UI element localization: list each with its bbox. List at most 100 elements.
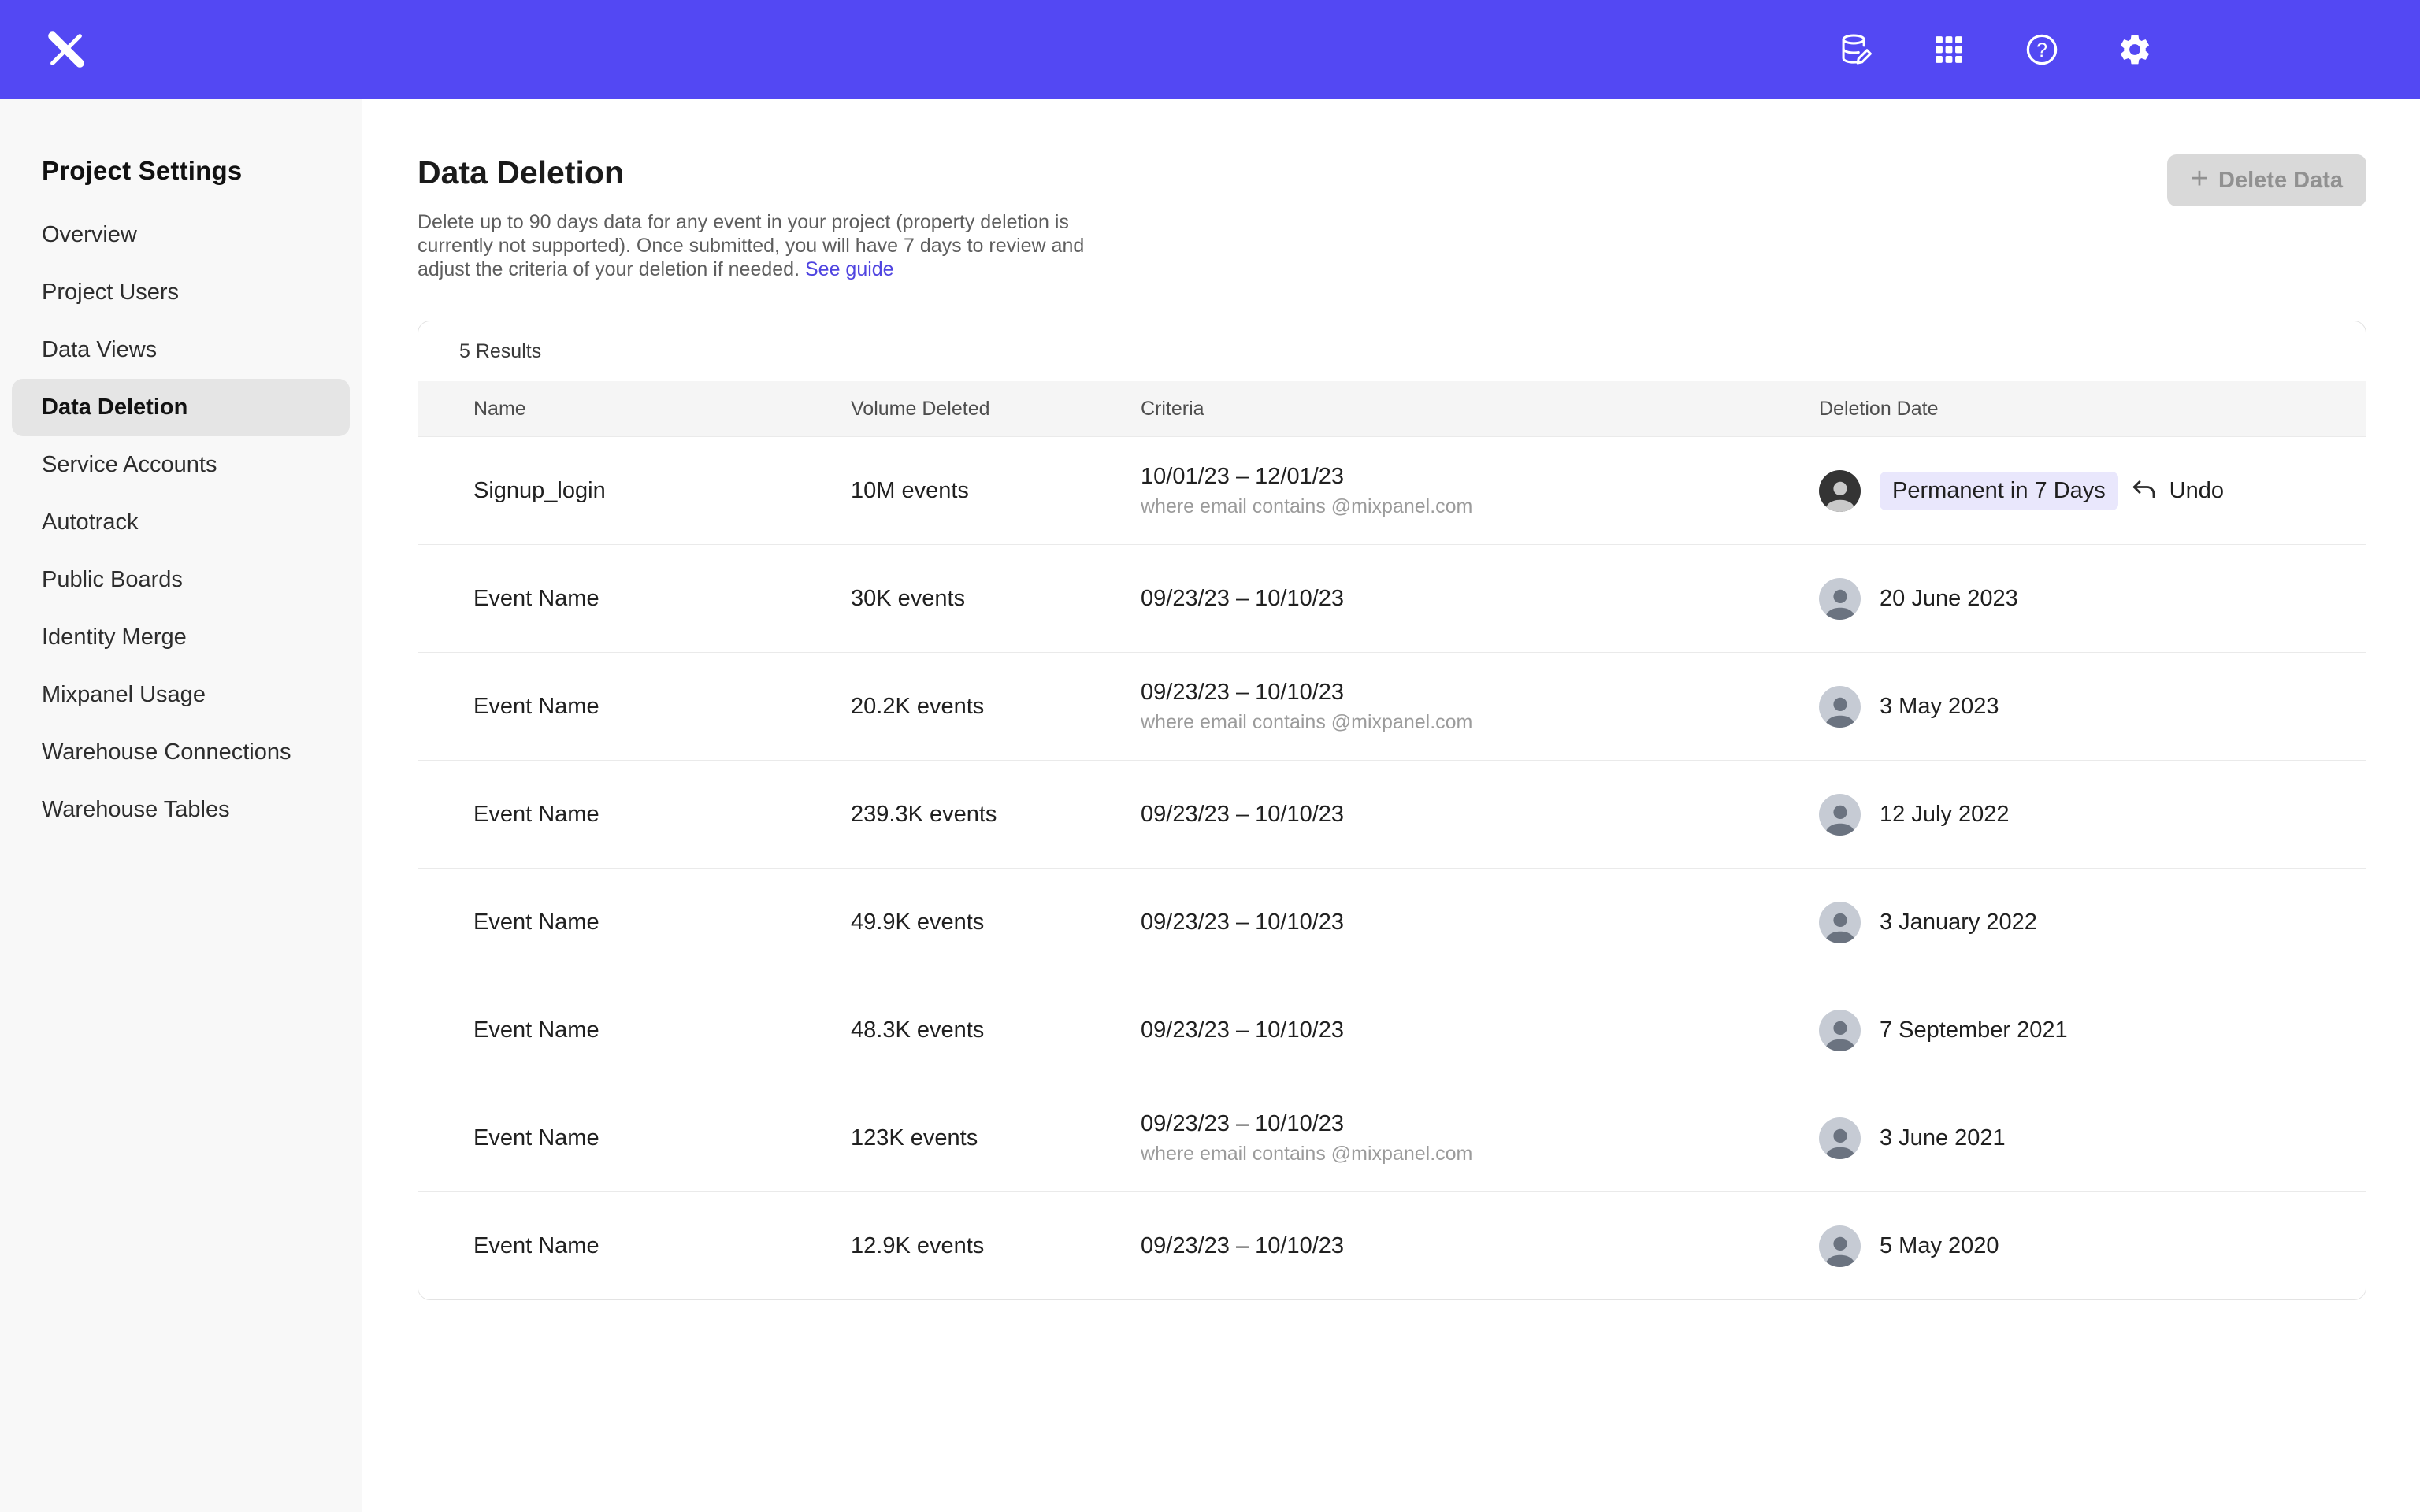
- plus-icon: +: [2191, 164, 2208, 194]
- row-criteria-subtext: where email contains @mixpanel.com: [1141, 1143, 1819, 1166]
- undo-button[interactable]: Undo: [2130, 476, 2224, 505]
- row-name: Signup_login: [473, 478, 851, 504]
- row-criteria: 09/23/23 – 10/10/23: [1141, 680, 1819, 706]
- deletion-date: 3 January 2022: [1880, 910, 2037, 936]
- row-name: Event Name: [473, 1125, 851, 1151]
- table-row: Event Name 123K events 09/23/23 – 10/10/…: [418, 1084, 2366, 1191]
- sidebar-item-label: Autotrack: [42, 510, 139, 536]
- table-header-row: NameVolume DeletedCriteriaDeletion Date: [418, 381, 2366, 436]
- row-volume: 10M events: [851, 478, 1141, 504]
- avatar: [1819, 1010, 1861, 1051]
- deletion-date: 12 July 2022: [1880, 802, 2009, 828]
- sidebar-title: Project Settings: [42, 156, 362, 186]
- sidebar-item-identity-merge[interactable]: Identity Merge: [12, 609, 350, 666]
- see-guide-link[interactable]: See guide: [805, 258, 894, 280]
- sidebar-item-data-views[interactable]: Data Views: [12, 321, 350, 379]
- row-volume: 49.9K events: [851, 910, 1141, 936]
- table-row: Event Name 20.2K events 09/23/23 – 10/10…: [418, 652, 2366, 760]
- sidebar-item-label: Project Users: [42, 280, 179, 306]
- sidebar-item-project-users[interactable]: Project Users: [12, 264, 350, 321]
- deletion-date: 5 May 2020: [1880, 1233, 1999, 1259]
- sidebar-item-label: Data Deletion: [42, 395, 187, 421]
- avatar: [1819, 902, 1861, 943]
- row-criteria: 09/23/23 – 10/10/23: [1141, 1233, 1819, 1259]
- row-criteria: 09/23/23 – 10/10/23: [1141, 910, 1819, 936]
- sidebar-item-mixpanel-usage[interactable]: Mixpanel Usage: [12, 666, 350, 724]
- deletion-date: 3 June 2021: [1880, 1125, 2006, 1151]
- row-volume: 30K events: [851, 586, 1141, 612]
- row-criteria: 10/01/23 – 12/01/23: [1141, 464, 1819, 490]
- avatar: [1819, 794, 1861, 836]
- row-name: Event Name: [473, 910, 851, 936]
- row-name: Event Name: [473, 694, 851, 720]
- page-description: Delete up to 90 days data for any event …: [418, 210, 1119, 281]
- sidebar: Project Settings Overview Project Users …: [0, 99, 362, 1512]
- column-header: Name: [473, 398, 851, 421]
- row-name: Event Name: [473, 802, 851, 828]
- row-name: Event Name: [473, 1017, 851, 1043]
- svg-text:?: ?: [2036, 39, 2047, 61]
- row-volume: 20.2K events: [851, 694, 1141, 720]
- topbar: ?: [0, 0, 2420, 99]
- row-name: Event Name: [473, 1233, 851, 1259]
- delete-data-label: Delete Data: [2218, 168, 2343, 194]
- sidebar-item-label: Public Boards: [42, 567, 183, 593]
- undo-label: Undo: [2169, 478, 2224, 504]
- column-header: Criteria: [1141, 398, 1819, 421]
- page-title: Data Deletion: [418, 154, 1119, 191]
- sidebar-item-public-boards[interactable]: Public Boards: [12, 551, 350, 609]
- row-volume: 239.3K events: [851, 802, 1141, 828]
- results-count: 5 Results: [418, 321, 2366, 381]
- row-volume: 48.3K events: [851, 1017, 1141, 1043]
- table-row: Event Name 48.3K events 09/23/23 – 10/10…: [418, 976, 2366, 1084]
- apps-grid-icon[interactable]: [1929, 30, 1969, 69]
- sidebar-item-warehouse-connections[interactable]: Warehouse Connections: [12, 724, 350, 781]
- settings-gear-icon[interactable]: [2115, 30, 2155, 69]
- table-row: Event Name 30K events 09/23/23 – 10/10/2…: [418, 544, 2366, 652]
- avatar: [1819, 686, 1861, 728]
- row-criteria: 09/23/23 – 10/10/23: [1141, 1111, 1819, 1137]
- avatar: [1819, 1117, 1861, 1159]
- deletion-date: 3 May 2023: [1880, 694, 1999, 720]
- sidebar-item-service-accounts[interactable]: Service Accounts: [12, 436, 350, 494]
- delete-data-button[interactable]: + Delete Data: [2167, 154, 2366, 206]
- row-criteria: 09/23/23 – 10/10/23: [1141, 802, 1819, 828]
- avatar: [1819, 470, 1861, 512]
- data-management-icon[interactable]: [1836, 30, 1876, 69]
- sidebar-item-data-deletion[interactable]: Data Deletion: [12, 379, 350, 436]
- sidebar-item-label: Data Views: [42, 337, 157, 363]
- topbar-icon-group: ?: [1836, 30, 2155, 69]
- table-row: Signup_login 10M events 10/01/23 – 12/01…: [418, 436, 2366, 544]
- table-row: Event Name 49.9K events 09/23/23 – 10/10…: [418, 868, 2366, 976]
- row-criteria-subtext: where email contains @mixpanel.com: [1141, 495, 1819, 518]
- page-header: Data Deletion Delete up to 90 days data …: [418, 154, 2366, 281]
- mixpanel-logo[interactable]: [46, 29, 87, 70]
- undo-icon: [2130, 476, 2158, 505]
- sidebar-item-label: Warehouse Tables: [42, 797, 230, 823]
- description-text: Delete up to 90 days data for any event …: [418, 211, 1084, 280]
- deletion-date: 20 June 2023: [1880, 586, 2018, 612]
- row-name: Event Name: [473, 586, 851, 612]
- row-criteria: 09/23/23 – 10/10/23: [1141, 586, 1819, 612]
- deletion-table-card: 5 Results NameVolume DeletedCriteriaDele…: [418, 321, 2366, 1300]
- sidebar-item-label: Service Accounts: [42, 452, 217, 478]
- sidebar-item-label: Warehouse Connections: [42, 739, 291, 765]
- help-icon[interactable]: ?: [2022, 30, 2062, 69]
- sidebar-item-autotrack[interactable]: Autotrack: [12, 494, 350, 551]
- table-row: Event Name 12.9K events 09/23/23 – 10/10…: [418, 1191, 2366, 1299]
- deletion-date: 7 September 2021: [1880, 1017, 2068, 1043]
- status-badge: Permanent in 7 Days: [1880, 472, 2118, 510]
- sidebar-item-overview[interactable]: Overview: [12, 206, 350, 264]
- sidebar-nav: Overview Project Users Data Views Data D…: [0, 206, 362, 839]
- sidebar-item-label: Identity Merge: [42, 624, 187, 650]
- table-row: Event Name 239.3K events 09/23/23 – 10/1…: [418, 760, 2366, 868]
- row-criteria-subtext: where email contains @mixpanel.com: [1141, 711, 1819, 734]
- row-volume: 123K events: [851, 1125, 1141, 1151]
- column-header: Deletion Date: [1819, 398, 2318, 421]
- avatar: [1819, 1225, 1861, 1267]
- column-header: Volume Deleted: [851, 398, 1141, 421]
- sidebar-item-warehouse-tables[interactable]: Warehouse Tables: [12, 781, 350, 839]
- row-volume: 12.9K events: [851, 1233, 1141, 1259]
- sidebar-item-label: Overview: [42, 222, 137, 248]
- avatar: [1819, 578, 1861, 620]
